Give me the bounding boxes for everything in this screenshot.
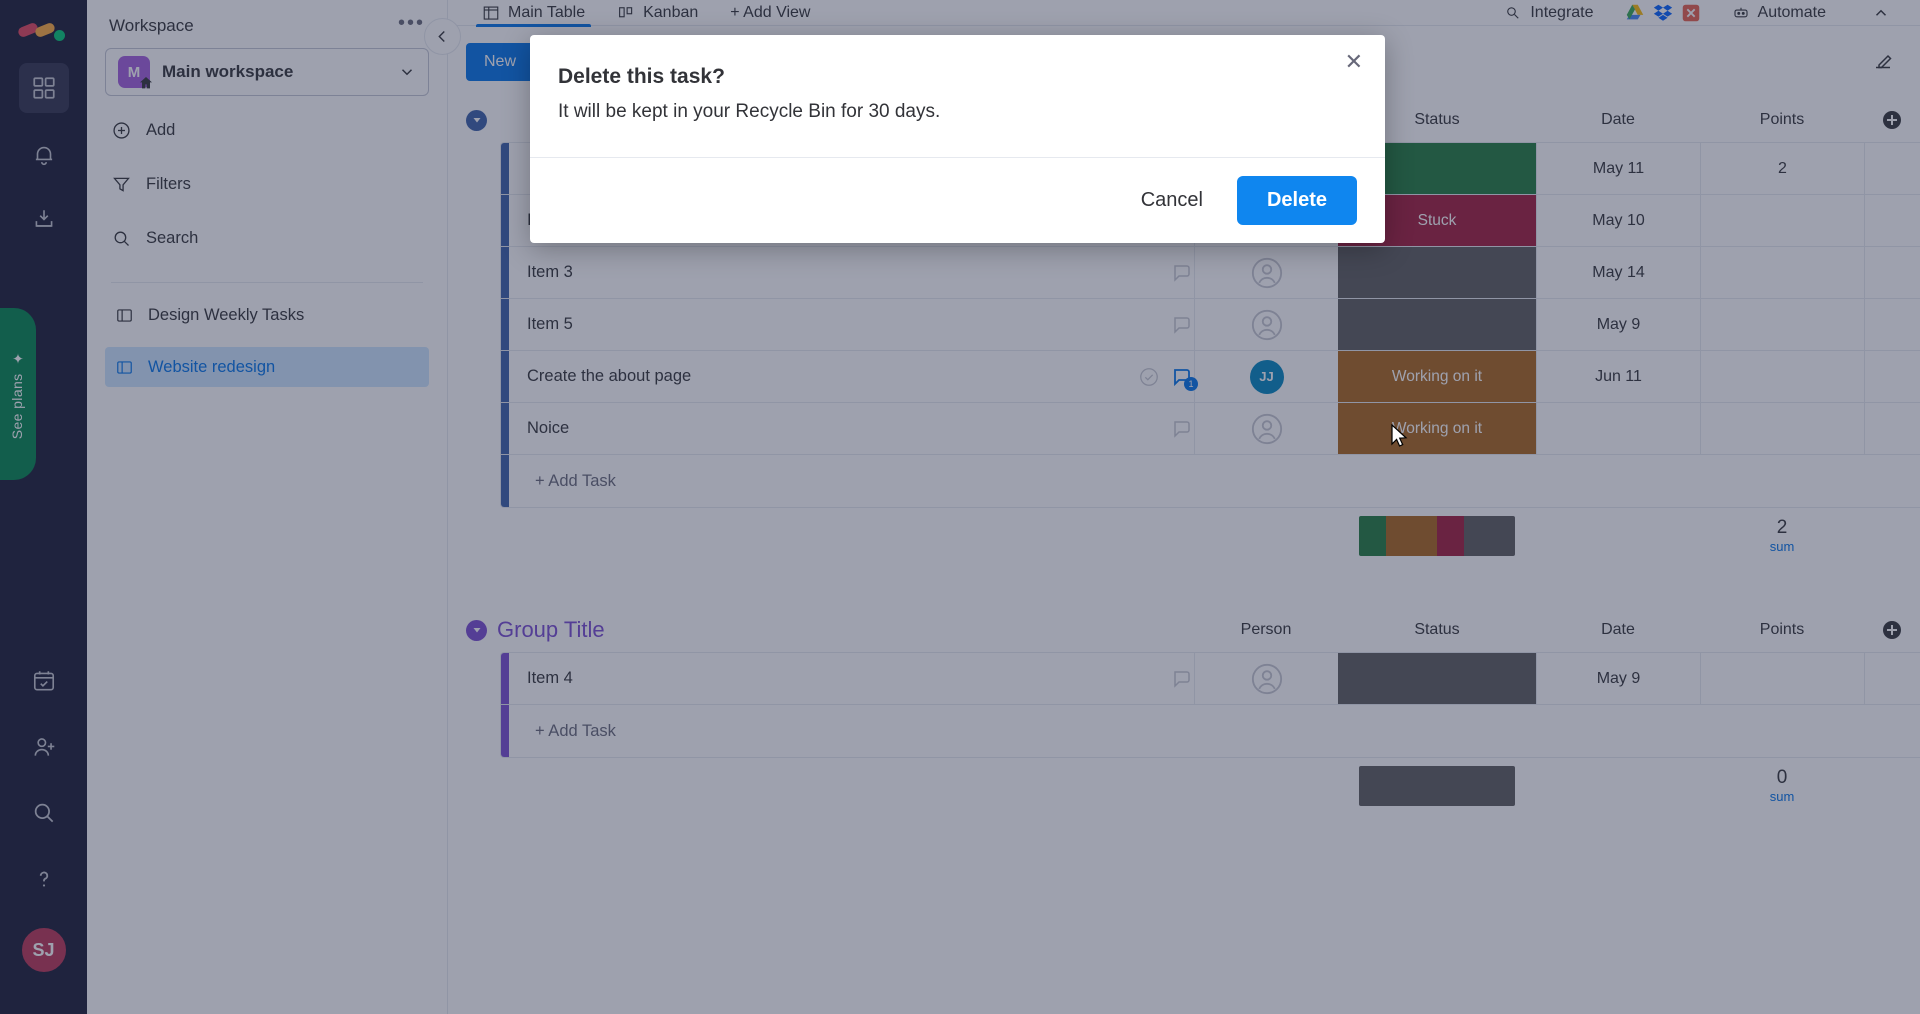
- dialog-body: ✕ Delete this task? It will be kept in y…: [530, 35, 1385, 157]
- dialog-message: It will be kept in your Recycle Bin for …: [558, 101, 941, 122]
- app-root: See plans ✦ SJ Workspace ••• M Main work…: [0, 0, 1920, 1014]
- cancel-button[interactable]: Cancel: [1125, 179, 1219, 222]
- delete-task-dialog: ✕ Delete this task? It will be kept in y…: [530, 35, 1385, 243]
- dialog-footer: Cancel Delete: [530, 157, 1385, 243]
- delete-button[interactable]: Delete: [1236, 176, 1357, 225]
- close-icon[interactable]: ✕: [1345, 51, 1363, 73]
- dialog-title: Delete this task?: [558, 65, 725, 88]
- mouse-cursor: [1391, 424, 1408, 447]
